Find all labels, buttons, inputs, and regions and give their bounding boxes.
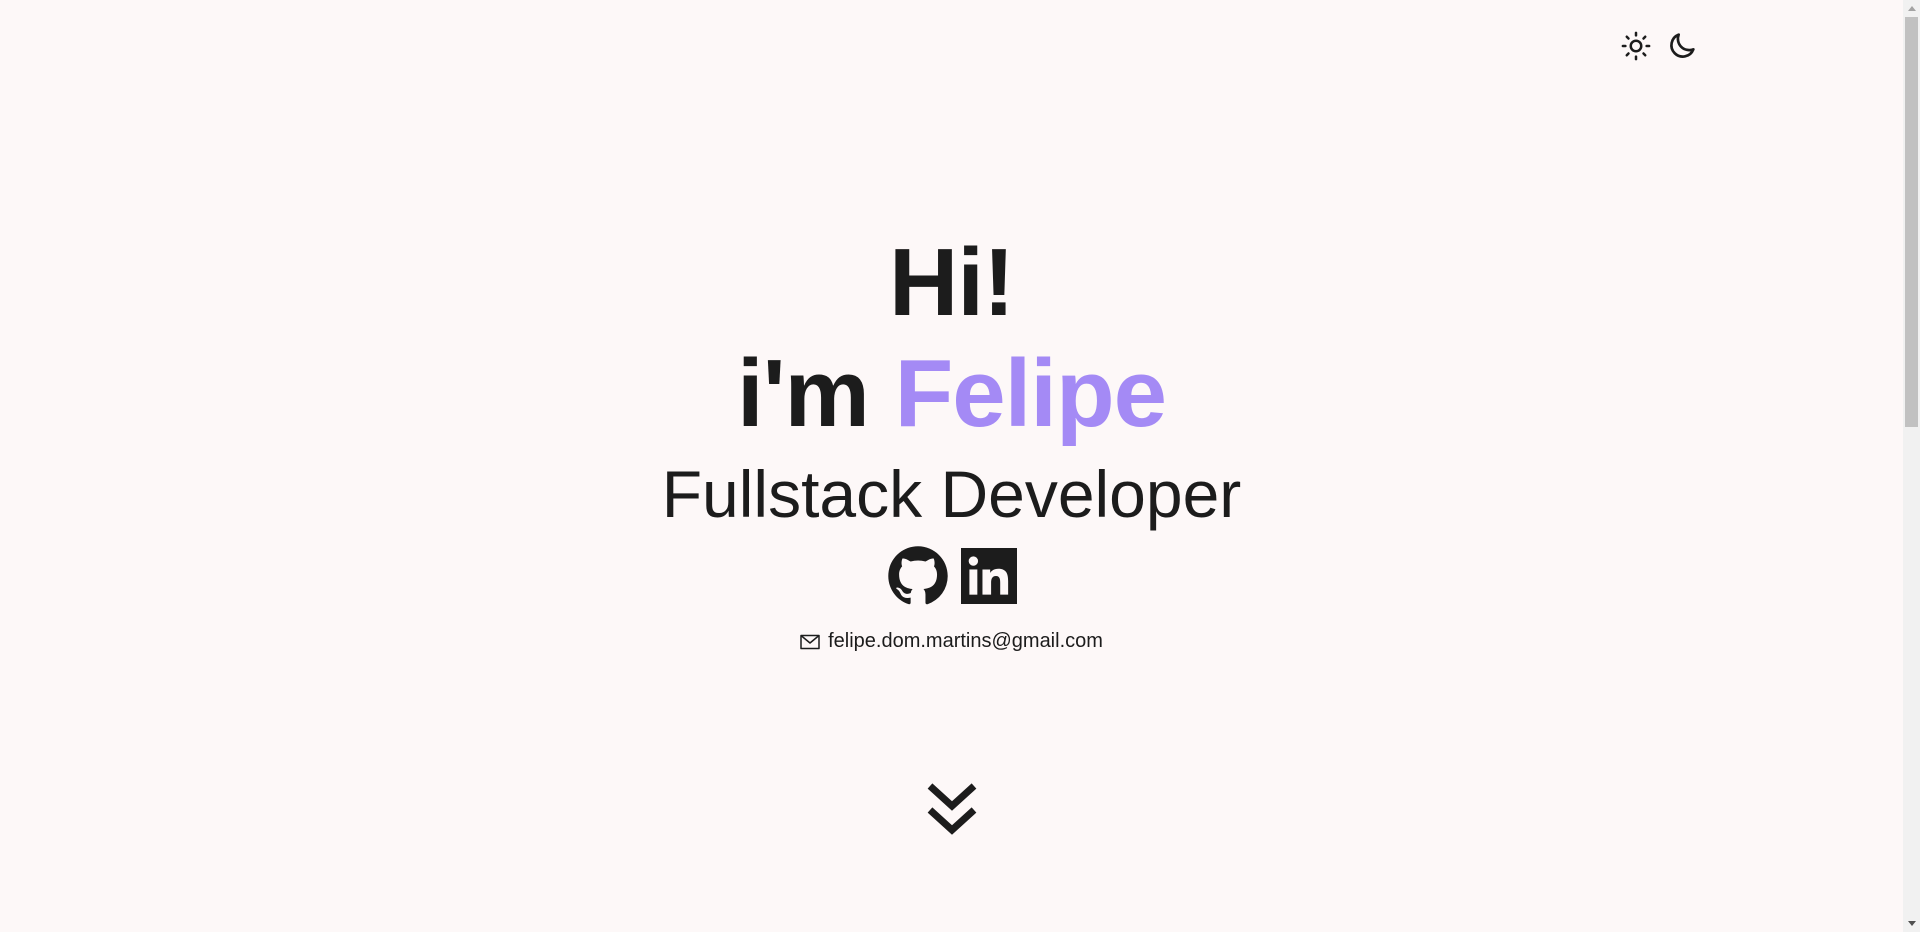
greeting-heading: Hi!	[889, 229, 1015, 336]
social-links	[0, 544, 1903, 608]
scrollbar-thumb[interactable]	[1905, 17, 1918, 427]
theme-toggle	[1620, 30, 1698, 62]
mail-icon	[800, 634, 820, 649]
name-highlight: Felipe	[894, 340, 1167, 447]
email-contact: felipe.dom.martins@gmail.com	[0, 630, 1903, 653]
dark-mode-button[interactable]	[1666, 30, 1698, 62]
linkedin-icon	[960, 548, 1017, 604]
github-icon	[887, 546, 948, 605]
main-content: Hi! i'm Felipe Fullstack Developer felip…	[0, 0, 1903, 932]
role-title: Fullstack Developer	[661, 457, 1242, 531]
scroll-down-button[interactable]	[926, 782, 978, 838]
vertical-scrollbar[interactable]	[1903, 0, 1920, 932]
github-link[interactable]	[887, 545, 949, 607]
hero-section: Hi! i'm Felipe Fullstack Developer felip…	[0, 228, 1903, 653]
page: Hi! i'm Felipe Fullstack Developer felip…	[0, 0, 1920, 932]
light-mode-button[interactable]	[1620, 30, 1652, 62]
intro-heading: i'm Felipe	[0, 338, 1903, 450]
scroll-up-arrow-icon[interactable]	[1903, 0, 1920, 17]
chevrons-down-icon	[927, 783, 977, 835]
scroll-down-arrow-icon[interactable]	[1903, 915, 1920, 932]
intro-prefix: i'm	[737, 340, 895, 447]
linkedin-link[interactable]	[960, 548, 1017, 604]
sun-icon	[1621, 31, 1651, 61]
email-link[interactable]: felipe.dom.martins@gmail.com	[828, 630, 1103, 653]
moon-icon	[1670, 33, 1695, 58]
